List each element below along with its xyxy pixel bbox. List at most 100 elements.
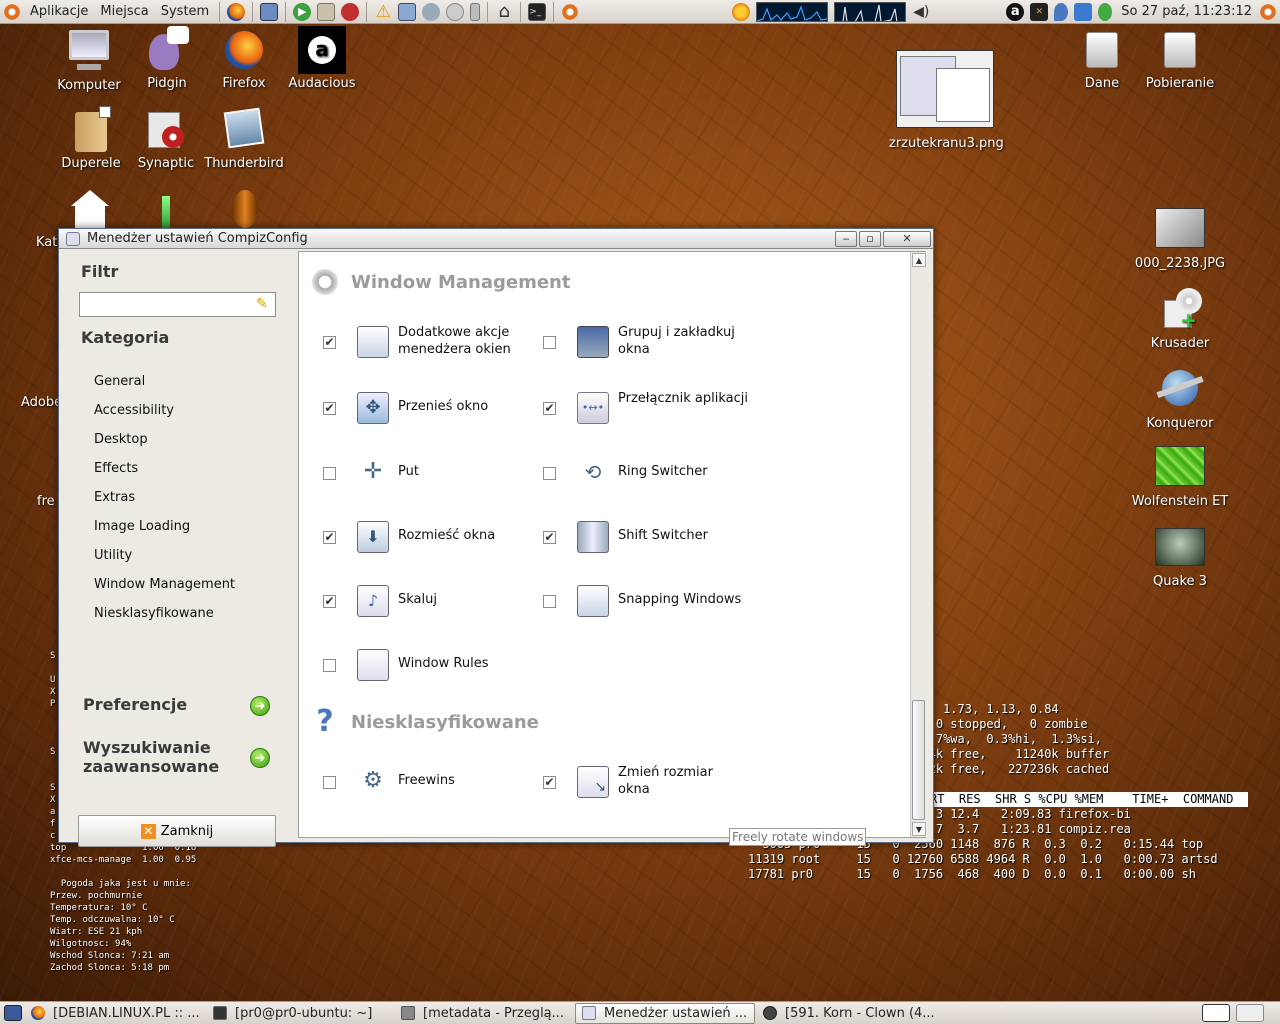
clock[interactable]: So 27 paź, 11:23:12 <box>1121 4 1252 19</box>
mail-icon[interactable] <box>317 2 336 21</box>
task-file-browser[interactable]: [metadata - Przeglą... <box>395 1003 573 1024</box>
clear-filter-icon[interactable]: ✎ <box>256 296 268 312</box>
category-desktop[interactable]: Desktop <box>94 432 148 447</box>
ubuntu-logo-icon[interactable] <box>561 2 580 21</box>
plugin-checkbox[interactable] <box>543 467 556 480</box>
desktop-icon-photo-file[interactable]: 000_2238.JPG <box>1122 208 1238 271</box>
menu-applications[interactable]: Aplikacje <box>24 0 94 24</box>
bluetooth-icon[interactable] <box>1054 2 1069 21</box>
plugin-checkbox[interactable]: ✔ <box>323 531 336 544</box>
task-compizconfig[interactable]: Menedżer ustawień ... <box>575 1002 755 1024</box>
ubuntu-logo-icon[interactable] <box>3 2 21 21</box>
plugin-label[interactable]: Dodatkowe akcje menedżera okien <box>398 324 528 358</box>
ubuntu-logo-icon[interactable] <box>1259 2 1277 21</box>
plugin-label[interactable]: Przełącznik aplikacji <box>618 390 748 407</box>
update-icon[interactable] <box>1074 2 1093 21</box>
preferences-link[interactable]: Preferencje <box>83 695 187 714</box>
menu-places[interactable]: Miejsca <box>94 0 154 24</box>
plugin-checkbox[interactable] <box>323 776 336 789</box>
workspace-2[interactable] <box>1236 1004 1264 1022</box>
advanced-search-arrow-icon[interactable]: ➜ <box>250 748 270 768</box>
filter-input[interactable]: ✎ <box>79 292 276 317</box>
plugin-checkbox[interactable]: ✔ <box>543 531 556 544</box>
firefox-icon[interactable] <box>227 2 246 21</box>
plugin-checkbox[interactable]: ✔ <box>323 336 336 349</box>
desktop-icon-konqueror[interactable]: Konqueror <box>1137 366 1223 431</box>
plugin-checkbox[interactable]: ✔ <box>543 776 556 789</box>
desktop-icon-krusader[interactable]: + Krusader <box>1137 286 1223 351</box>
category-window-management[interactable]: Window Management <box>94 577 235 592</box>
audacious-icon[interactable]: a <box>1006 2 1025 21</box>
plugin-checkbox[interactable] <box>323 467 336 480</box>
scrollbar[interactable]: ▲ ▼ <box>910 252 926 837</box>
desktop-icon-screenshot-file[interactable]: zrzutekranu3.png <box>889 50 1004 151</box>
net-graph[interactable] <box>834 1 907 22</box>
plugin-checkbox[interactable] <box>323 659 336 672</box>
weather-icon[interactable] <box>732 2 751 21</box>
cpu-graph[interactable] <box>756 1 829 22</box>
plugin-label[interactable]: Grupuj i zakładkuj okna <box>618 324 748 358</box>
preferences-arrow-icon[interactable]: ➜ <box>250 696 270 716</box>
task-firefox[interactable]: [DEBIAN.LINUX.PL :: ... <box>25 1003 205 1024</box>
usb-icon[interactable] <box>470 2 481 21</box>
plugin-label[interactable]: Snapping Windows <box>618 591 741 608</box>
category-uncategorized[interactable]: Niesklasyfikowane <box>94 606 214 621</box>
plugin-label[interactable]: Przenieś okno <box>398 398 488 415</box>
category-utility[interactable]: Utility <box>94 548 132 563</box>
category-extras[interactable]: Extras <box>94 490 135 505</box>
plugin-label[interactable]: Shift Switcher <box>618 527 708 544</box>
desktop-icon-computer[interactable]: Komputer <box>46 28 132 93</box>
desktop-icon-firefox[interactable]: Firefox <box>201 26 287 91</box>
desktop-label-fre[interactable]: fre <box>37 494 55 509</box>
desktop-icon-wolfenstein[interactable]: Wolfenstein ET <box>1122 446 1238 509</box>
volume-icon[interactable]: ◀) <box>912 3 930 21</box>
disk-icon[interactable] <box>446 2 465 21</box>
task-audio-player[interactable]: [591. Korn - Clown (4... <box>757 1003 937 1024</box>
network-icon[interactable] <box>422 2 441 21</box>
show-desktop-icon[interactable] <box>4 1005 22 1021</box>
terminal-icon[interactable]: >_ <box>528 2 547 21</box>
workspace-1[interactable] <box>1202 1004 1230 1022</box>
desktop-icon-quake3[interactable]: Quake 3 <box>1122 528 1238 589</box>
advanced-search-link[interactable]: Wyszukiwanie zaawansowane <box>83 738 243 776</box>
plugin-label[interactable]: Ring Switcher <box>618 463 708 480</box>
category-effects[interactable]: Effects <box>94 461 138 476</box>
plugin-checkbox[interactable] <box>543 336 556 349</box>
plugin-checkbox[interactable] <box>543 595 556 608</box>
task-terminal[interactable]: [pr0@pr0-ubuntu: ~] <box>207 1003 393 1024</box>
image-viewer-icon[interactable] <box>260 2 279 21</box>
scroll-up-icon[interactable]: ▲ <box>912 253 926 267</box>
desktop-label-kat[interactable]: Kat <box>36 235 57 250</box>
warning-icon[interactable]: ⚠ <box>374 3 392 21</box>
screenshot-icon[interactable] <box>398 2 417 21</box>
menu-system[interactable]: System <box>155 0 215 24</box>
desktop-icon-audacious[interactable]: a Audacious <box>279 26 365 91</box>
desktop-icon-dane[interactable]: Dane <box>1059 26 1145 91</box>
window-titlebar[interactable]: Menedżer ustawień CompizConfig ‒ ▫ ✕ <box>59 229 933 249</box>
desktop-icon-synaptic[interactable]: Synaptic <box>123 106 209 171</box>
plugin-checkbox[interactable]: ✔ <box>323 595 336 608</box>
category-general[interactable]: General <box>94 374 145 389</box>
network-manager-icon[interactable] <box>1098 2 1113 21</box>
plugin-checkbox[interactable]: ✔ <box>323 402 336 415</box>
desktop-icon-thunderbird[interactable]: Thunderbird <box>201 106 287 171</box>
plugin-label[interactable]: Skaluj <box>398 591 437 608</box>
play-icon[interactable]: ▶ <box>293 2 312 21</box>
category-accessibility[interactable]: Accessibility <box>94 403 174 418</box>
desktop-icon-pidgin[interactable]: Pidgin <box>124 26 210 91</box>
close-button[interactable]: ✕ Zamknij <box>78 815 276 847</box>
close-window-button[interactable]: ✕ <box>883 230 931 247</box>
plugin-label[interactable]: Window Rules <box>398 655 488 672</box>
plugin-label[interactable]: Put <box>398 463 419 480</box>
desktop-icon-duperele[interactable]: Duperele <box>48 106 134 171</box>
maximize-button[interactable]: ▫ <box>859 230 881 247</box>
minimize-button[interactable]: ‒ <box>835 230 857 247</box>
scroll-down-icon[interactable]: ▼ <box>912 822 926 836</box>
desktop-label-adobe[interactable]: Adobe <box>21 395 62 410</box>
antivirus-icon[interactable] <box>341 2 360 21</box>
plugin-checkbox[interactable]: ✔ <box>543 402 556 415</box>
desktop-icon-pobieranie[interactable]: Pobieranie <box>1137 26 1223 91</box>
category-image-loading[interactable]: Image Loading <box>94 519 190 534</box>
plugin-label[interactable]: Zmień rozmiar okna <box>618 764 738 798</box>
plugin-label[interactable]: Rozmieść okna <box>398 527 495 544</box>
